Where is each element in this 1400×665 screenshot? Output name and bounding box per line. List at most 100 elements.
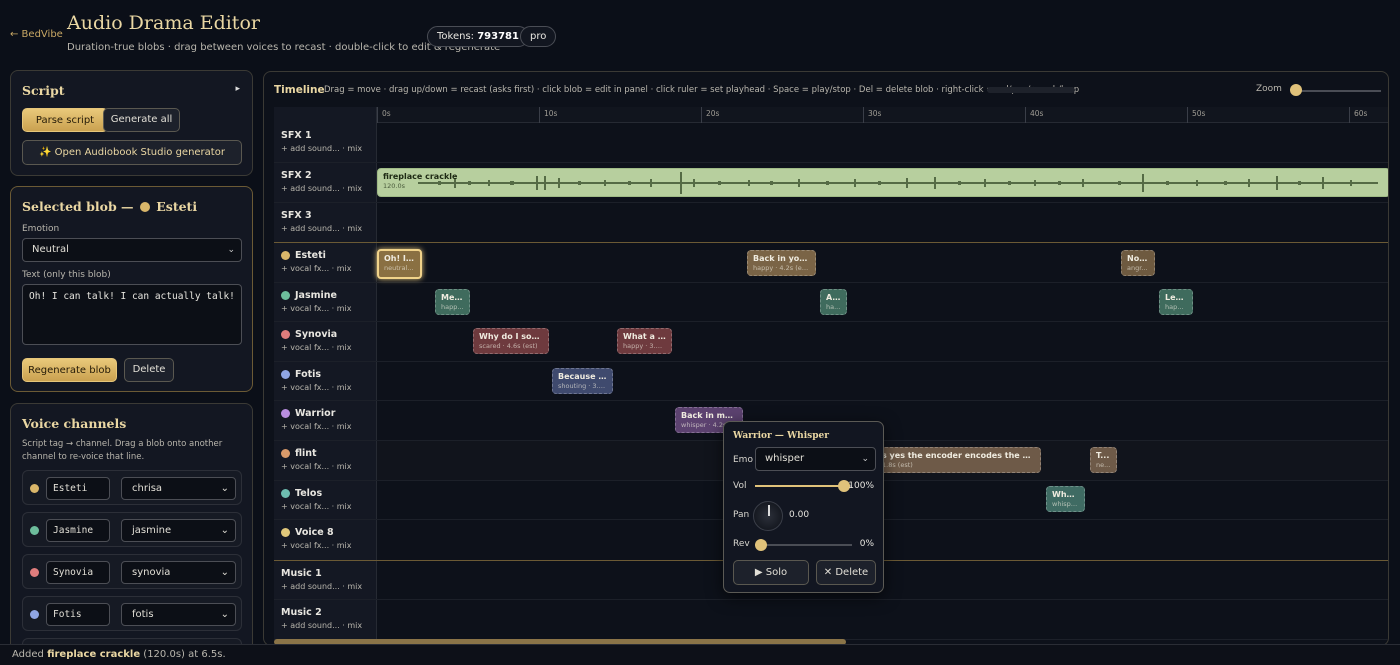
sfx-blob[interactable]: fireplace crackle 120.0s — [377, 168, 1388, 197]
blob-meta: happy · 3.4s... — [623, 342, 666, 350]
blob-title: Back in my d... — [681, 411, 737, 420]
tokens-badge: Tokens: 793781 — [427, 26, 529, 47]
blob-mix-popup: Warrior — Whisper Emo whisper ⌄ Vol 100%… — [723, 421, 884, 593]
track-add-sound-link[interactable]: + add sound... · mix — [281, 224, 362, 233]
voice-select[interactable]: chrisa ⌄ — [121, 477, 236, 500]
solo-button[interactable]: ▶ Solo — [733, 560, 809, 585]
track-esteti[interactable]: Esteti + vocal fx... · mix — [274, 243, 1388, 283]
track-fotis[interactable]: Fotis + vocal fx... · mix — [274, 362, 1388, 401]
blob-meta: ha... — [826, 303, 841, 311]
voice-select[interactable]: jasmine ⌄ — [121, 519, 236, 542]
popup-delete-button[interactable]: ✕ Delete — [816, 560, 876, 585]
pan-knob[interactable] — [753, 501, 783, 531]
collapse-toggle-icon[interactable]: ▸ — [235, 84, 240, 94]
delete-blob-button[interactable]: Delete — [124, 358, 174, 382]
track-name: Music 1 — [281, 568, 322, 579]
script-panel-title: Script — [22, 83, 65, 98]
voice-select[interactable]: synovia ⌄ — [121, 561, 236, 584]
rev-value: 0% — [859, 539, 874, 549]
voice-select[interactable]: fotis ⌄ — [121, 603, 236, 626]
track-vocal-fx-link[interactable]: + vocal fx... · mix — [281, 541, 352, 550]
ruler-tick: 0s — [377, 107, 391, 123]
track-add-sound-link[interactable]: + add sound... · mix — [281, 621, 362, 630]
voice-tag-field[interactable]: Esteti — [46, 477, 110, 500]
voice-blob[interactable]: Back in your ...happy · 4.2s (est) — [747, 250, 816, 276]
voice-blob-selected[interactable]: Oh! I c...neutral ·... — [377, 249, 422, 279]
regenerate-blob-button[interactable]: Regenerate blob — [22, 358, 117, 382]
track-synovia[interactable]: Synovia + vocal fx... · mix — [274, 322, 1388, 362]
pan-knob-indicator — [768, 505, 770, 516]
voice-blob[interactable]: What a lo...happy · 3.4s... — [617, 328, 672, 354]
voice-blob[interactable]: Why do I soun...scared · 4.6s (est) — [473, 328, 549, 354]
voice-color-dot — [281, 528, 290, 537]
chevron-down-icon: ⌄ — [220, 525, 229, 536]
track-vocal-fx-link[interactable]: + vocal fx... · mix — [281, 462, 352, 471]
voice-tag-field[interactable]: Synovia — [46, 561, 110, 584]
track-sfx-1[interactable]: SFX 1 + add sound... · mix — [274, 123, 1388, 163]
track-music-2[interactable]: Music 2 + add sound... · mix — [274, 600, 1388, 640]
popup-title: Warrior — Whisper — [733, 431, 829, 441]
selected-blob-voice: Esteti — [156, 199, 198, 214]
voice-tag-field[interactable]: Jasmine — [46, 519, 110, 542]
rev-slider[interactable] — [755, 544, 852, 546]
blob-meta: shouting · 3.8... — [558, 382, 607, 390]
voice-row: Fotis fotis ⌄ — [22, 596, 242, 631]
track-name: Music 2 — [281, 607, 322, 618]
voice-blob[interactable]: A... ha... — [820, 289, 847, 315]
blob-title: Oh! I c... — [384, 254, 415, 263]
generate-all-button[interactable]: Generate all — [103, 108, 180, 132]
blob-title: Me ... — [441, 293, 464, 302]
voice-channels-title: Voice channels — [22, 416, 127, 431]
track-header: Fotis + vocal fx... · mix — [274, 362, 377, 400]
voice-tag-field[interactable]: Fotis — [46, 603, 110, 626]
voice-blob[interactable]: Let'...happ... — [1159, 289, 1193, 315]
track-vocal-fx-link[interactable]: + vocal fx... · mix — [281, 422, 352, 431]
blob-meta: whisper... — [1052, 500, 1079, 508]
voice-blob[interactable]: What ...whisper... — [1046, 486, 1085, 512]
open-audiobook-studio-button[interactable]: ✨ Open Audiobook Studio generator — [22, 140, 242, 165]
emo-select[interactable]: whisper ⌄ — [755, 447, 876, 471]
emotion-select[interactable]: Neutral ⌄ — [22, 238, 242, 262]
track-header: Music 1 + add sound... · mix — [274, 561, 377, 599]
blob-title: What ... — [1052, 490, 1079, 499]
rev-slider-handle[interactable] — [755, 539, 767, 551]
voice-color-dot — [30, 526, 39, 535]
voice-row: Jasmine jasmine ⌄ — [22, 512, 242, 547]
track-name: Esteti — [295, 250, 326, 261]
track-vocal-fx-link[interactable]: + vocal fx... · mix — [281, 304, 352, 313]
track-add-sound-link[interactable]: + add sound... · mix — [281, 184, 362, 193]
track-header: Telos + vocal fx... · mix — [274, 481, 377, 519]
voice-color-dot — [281, 409, 290, 418]
voice-channels-panel: Voice channels Script tag → channel. Dra… — [10, 403, 253, 665]
back-link[interactable]: ← BedVibe — [10, 29, 63, 40]
track-vocal-fx-link[interactable]: + vocal fx... · mix — [281, 264, 352, 273]
chevron-down-icon: ⌄ — [861, 454, 869, 464]
track-sfx-3[interactable]: SFX 3 + add sound... · mix — [274, 203, 1388, 243]
vol-value: 100% — [848, 481, 874, 491]
track-header: SFX 1 + add sound... · mix — [274, 123, 377, 162]
timeline-ruler[interactable]: 0s 10s 20s 30s 40s 50s 60s — [274, 107, 1388, 123]
blob-title: A... — [826, 293, 841, 302]
track-vocal-fx-link[interactable]: + vocal fx... · mix — [281, 383, 352, 392]
blob-text-input[interactable]: Oh! I can talk! I can actually talk! — [22, 284, 242, 345]
track-name: Jasmine — [295, 290, 337, 301]
plan-badge: pro — [520, 26, 557, 47]
voice-blob[interactable]: s yes the encoder encodes the audio to..… — [876, 447, 1041, 473]
track-vocal-fx-link[interactable]: + vocal fx... · mix — [281, 343, 352, 352]
blob-title: What a lo... — [623, 332, 666, 341]
playback-progress[interactable] — [987, 87, 1075, 93]
emotion-label: Emotion — [22, 224, 60, 234]
blob-meta: neutral ·... — [384, 264, 415, 272]
track-add-sound-link[interactable]: + add sound... · mix — [281, 144, 362, 153]
track-add-sound-link[interactable]: + add sound... · mix — [281, 582, 362, 591]
chevron-down-icon: ⌄ — [220, 567, 229, 578]
track-vocal-fx-link[interactable]: + vocal fx... · mix — [281, 502, 352, 511]
voice-blob[interactable]: T... ne... — [1090, 447, 1117, 473]
zoom-slider-handle[interactable] — [1290, 84, 1302, 96]
voice-blob[interactable]: Because yo...shouting · 3.8... — [552, 368, 613, 394]
parse-script-button[interactable]: Parse script — [22, 108, 108, 132]
voice-blob[interactable]: Me ... happ... — [435, 289, 470, 315]
track-header: Warrior + vocal fx... · mix — [274, 401, 377, 440]
zoom-slider[interactable] — [1291, 90, 1381, 92]
voice-blob[interactable]: No ... angr... — [1121, 250, 1155, 276]
